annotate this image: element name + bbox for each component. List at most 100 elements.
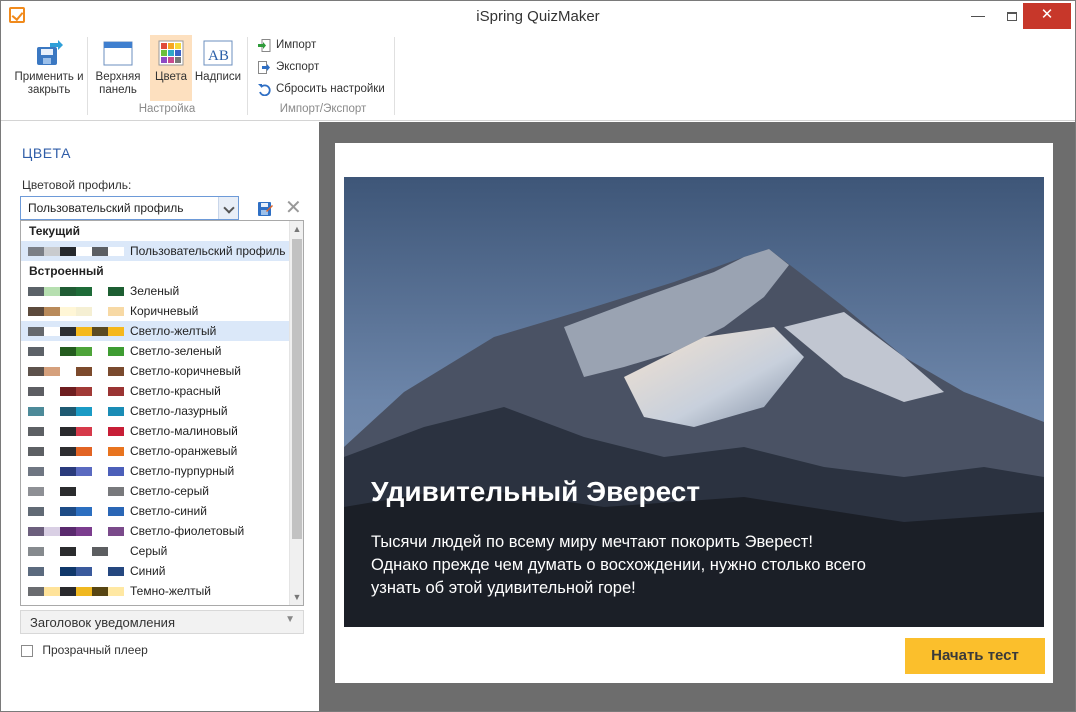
chevron-down-icon[interactable]: ▼ — [285, 614, 295, 625]
profile-option[interactable]: Светло-фиолетовый — [21, 521, 290, 541]
color-swatch — [76, 367, 92, 376]
color-swatch — [76, 247, 92, 256]
scrollbar-thumb[interactable] — [292, 239, 302, 539]
profile-option[interactable]: Светло-зеленый — [21, 341, 290, 361]
color-swatch — [28, 287, 44, 296]
color-swatch — [44, 487, 60, 496]
profile-option[interactable]: Светло-коричневый — [21, 361, 290, 381]
profile-option-label: Синий — [130, 564, 166, 578]
minimize-button[interactable]: — — [961, 3, 995, 29]
profile-option[interactable]: Светло-пурпурный — [21, 461, 290, 481]
profile-option[interactable]: Пользовательский профиль — [21, 241, 290, 261]
color-profile-select[interactable]: Пользовательский профиль — [20, 196, 239, 220]
profile-option[interactable]: Светло-серый — [21, 481, 290, 501]
profile-option-label: Светло-красный — [130, 384, 221, 398]
top-panel-button[interactable]: Верхняя панель — [92, 35, 144, 101]
save-profile-icon[interactable] — [257, 201, 273, 217]
ribbon-separator — [394, 37, 395, 115]
notification-header-label: Заголовок уведомления — [30, 615, 175, 630]
profile-option[interactable]: Светло-оранжевый — [21, 441, 290, 461]
import-button[interactable]: Импорт — [258, 36, 316, 54]
profile-option-label: Светло-фиолетовый — [130, 524, 245, 538]
color-swatch — [44, 287, 60, 296]
panel-title: ЦВЕТА — [22, 145, 71, 161]
profile-option[interactable]: Светло-малиновый — [21, 421, 290, 441]
color-swatch — [60, 587, 76, 596]
color-swatch — [28, 247, 44, 256]
profile-option-label: Светло-малиновый — [130, 424, 238, 438]
color-swatch — [44, 327, 60, 336]
transparent-player-option[interactable]: Прозрачный плеер — [21, 643, 148, 659]
profile-option[interactable]: Синий — [21, 561, 290, 581]
color-profile-label: Цветовой профиль: — [22, 178, 132, 192]
app-window: iSpring QuizMaker — ✕ Применить и закрыт… — [0, 0, 1076, 712]
color-swatch — [28, 447, 44, 456]
profile-option-label: Светло-коричневый — [130, 364, 241, 378]
ribbon-separator — [247, 37, 248, 115]
color-swatches — [28, 427, 124, 436]
color-swatch — [76, 587, 92, 596]
profile-option[interactable]: Темно-желтый — [21, 581, 290, 601]
profile-option[interactable]: Светло-желтый — [21, 321, 290, 341]
color-swatch — [108, 407, 124, 416]
apply-and-close-button[interactable]: Применить и закрыть — [11, 35, 87, 101]
color-swatches — [28, 447, 124, 456]
profile-option[interactable]: Коричневый — [21, 301, 290, 321]
import-icon — [258, 39, 271, 52]
slide-description: Тысячи людей по всему миру мечтают покор… — [371, 533, 866, 597]
profile-option[interactable]: Светло-красный — [21, 381, 290, 401]
color-swatch — [60, 467, 76, 476]
color-swatch — [108, 447, 124, 456]
color-swatch — [92, 527, 108, 536]
labels-button[interactable]: AB Надписи — [194, 35, 242, 101]
close-button[interactable]: ✕ — [1023, 3, 1071, 29]
color-swatch — [28, 507, 44, 516]
color-swatches — [28, 247, 124, 256]
color-swatch — [28, 407, 44, 416]
color-swatch — [76, 287, 92, 296]
color-swatch — [92, 347, 108, 356]
profile-option[interactable]: Светло-лазурный — [21, 401, 290, 421]
scroll-up-icon[interactable]: ▲ — [290, 221, 303, 237]
colors-label: Цвета — [154, 71, 188, 83]
profile-option-label: Светло-синий — [130, 504, 207, 518]
color-swatch — [108, 507, 124, 516]
profile-option[interactable]: Светло-синий — [21, 501, 290, 521]
color-swatch — [92, 467, 108, 476]
profile-option[interactable]: Серый — [21, 541, 290, 561]
colors-button[interactable]: Цвета — [150, 35, 192, 101]
reset-settings-button[interactable]: Сбросить настройки — [258, 80, 385, 98]
color-swatches — [28, 287, 124, 296]
color-swatch — [108, 307, 124, 316]
color-swatch — [92, 327, 108, 336]
dropdown-scrollbar[interactable]: ▲ ▼ — [289, 221, 303, 605]
color-swatch — [60, 547, 76, 556]
transparent-player-checkbox[interactable] — [21, 644, 33, 657]
color-swatch — [92, 287, 108, 296]
profile-option-label: Коричневый — [130, 304, 199, 318]
color-swatches — [28, 547, 124, 556]
color-swatch — [76, 447, 92, 456]
notification-header-section[interactable]: Заголовок уведомления ▼ — [20, 610, 304, 634]
color-swatch — [108, 467, 124, 476]
color-swatches — [28, 307, 124, 316]
color-swatch — [28, 487, 44, 496]
delete-profile-icon[interactable]: ✕ — [285, 198, 302, 218]
start-quiz-button[interactable]: Начать тест — [905, 638, 1045, 674]
profile-option[interactable]: Зеленый — [21, 281, 290, 301]
maximize-icon — [1007, 11, 1017, 21]
color-swatch — [28, 387, 44, 396]
color-swatch — [60, 527, 76, 536]
profile-option-label: Светло-оранжевый — [130, 444, 238, 458]
colors-settings-panel: ЦВЕТА Цветовой профиль: Пользовательский… — [9, 123, 309, 711]
color-swatch — [108, 587, 124, 596]
color-swatch — [92, 447, 108, 456]
color-swatches — [28, 367, 124, 376]
chevron-down-icon[interactable] — [218, 197, 238, 219]
color-swatch — [28, 567, 44, 576]
color-swatch — [60, 407, 76, 416]
labels-label: Надписи — [194, 71, 242, 83]
export-button[interactable]: Экспорт — [258, 58, 319, 76]
color-swatch — [60, 507, 76, 516]
scroll-down-icon[interactable]: ▼ — [290, 589, 303, 605]
